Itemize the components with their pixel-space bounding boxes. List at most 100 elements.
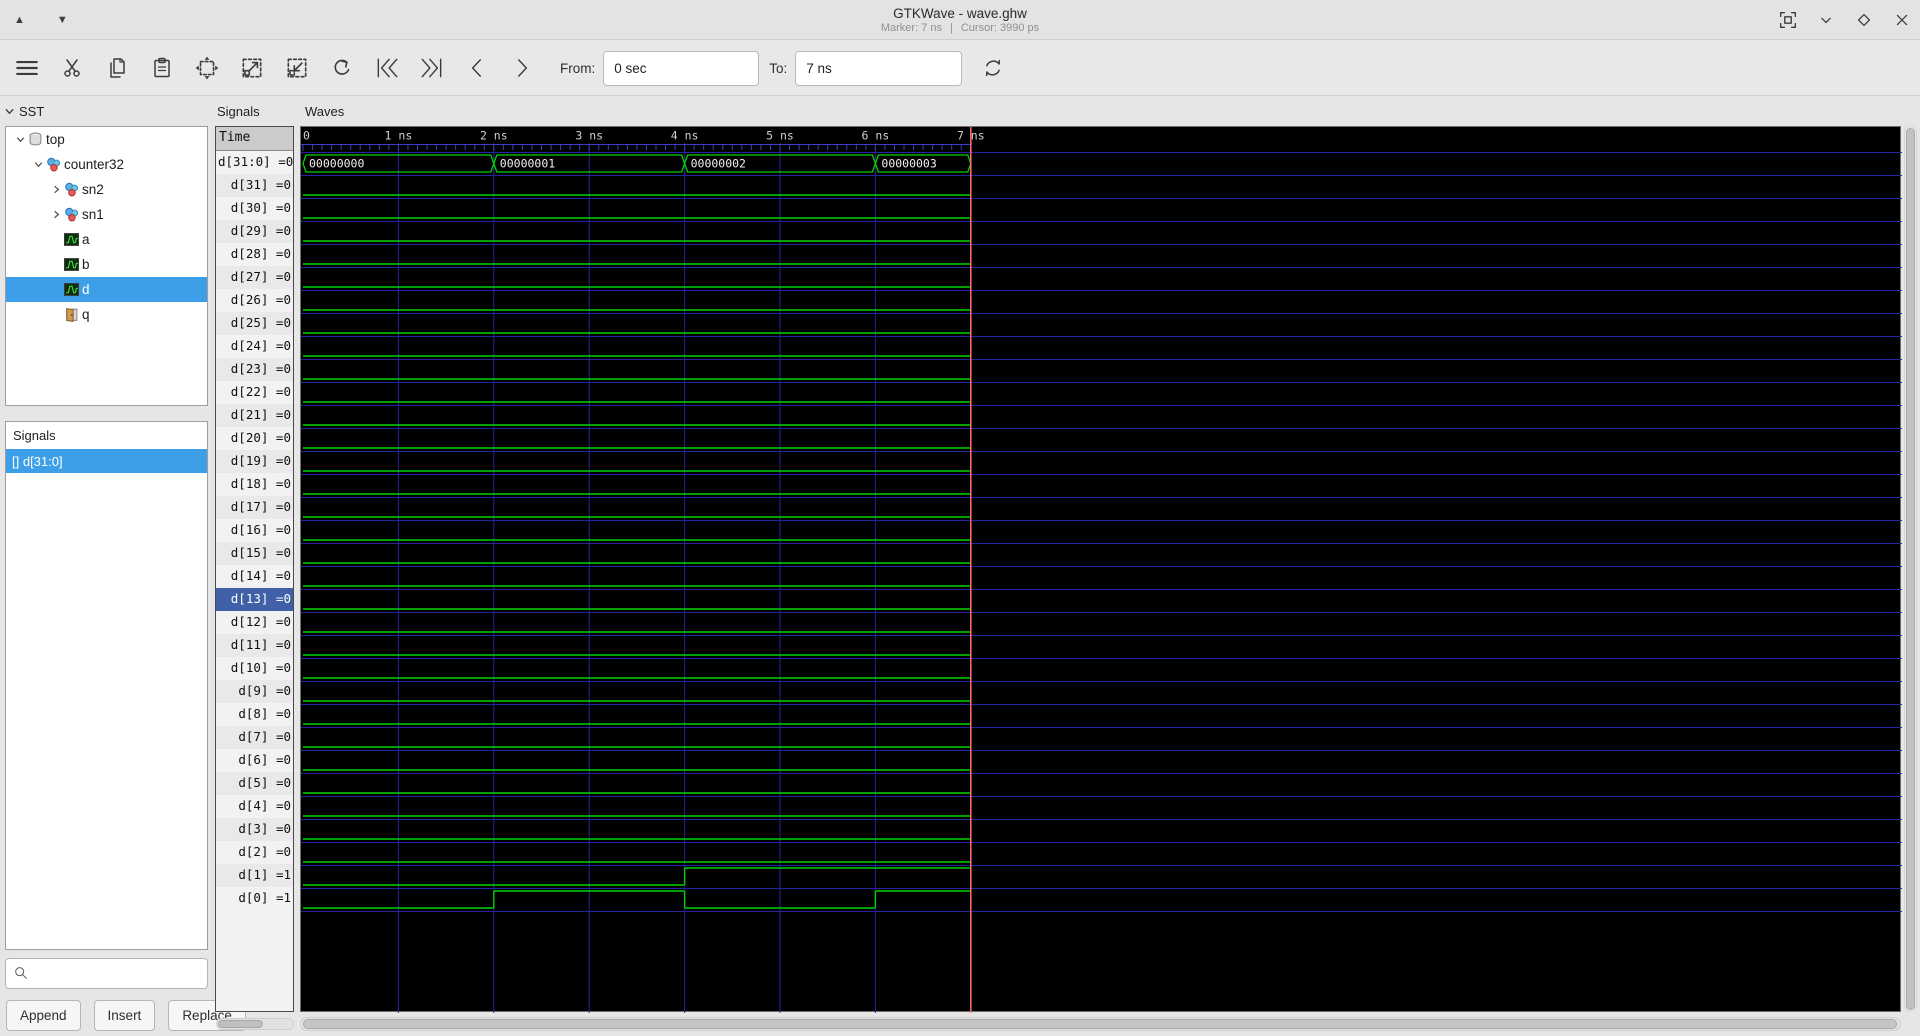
- signal-name-row-d[25][interactable]: d[25] =0: [216, 312, 293, 335]
- svg-text:3 ns: 3 ns: [575, 129, 603, 143]
- names-label: Signals: [217, 104, 260, 119]
- signal-icon: [64, 282, 82, 297]
- tree-item-q[interactable]: q: [6, 302, 207, 327]
- svg-text:0: 0: [303, 129, 310, 143]
- go-to-start-icon[interactable]: [370, 51, 404, 85]
- window-title: GTKWave - wave.ghw: [893, 5, 1027, 21]
- fullscreen-icon[interactable]: [1776, 8, 1800, 32]
- signal-icon: [64, 257, 82, 272]
- signal-name-row-d[0][interactable]: d[0] =1: [216, 887, 293, 910]
- titlebar: ▲ ▼ GTKWave - wave.ghw Marker: 7 ns | Cu…: [0, 0, 1920, 40]
- marker-text: Marker: 7 ns: [880, 21, 942, 34]
- from-label: From:: [560, 60, 596, 76]
- shift-left-icon[interactable]: [460, 51, 494, 85]
- zoom-fit-icon[interactable]: [190, 51, 224, 85]
- tree-item-counter32[interactable]: counter32: [6, 152, 207, 177]
- signal-buttons: Append Insert Replace: [6, 1000, 246, 1031]
- append-button[interactable]: Append: [6, 1000, 81, 1031]
- tree-item-top[interactable]: top: [6, 127, 207, 152]
- expander-open-icon[interactable]: [30, 159, 46, 170]
- signal-name-row-d[19][interactable]: d[19] =0: [216, 450, 293, 473]
- insert-button[interactable]: Insert: [93, 1000, 156, 1031]
- names-scrollbar-thumb[interactable]: [218, 1020, 263, 1028]
- tree-item-d[interactable]: d: [6, 277, 207, 302]
- names-frame-label: Signals: [217, 104, 260, 119]
- expander-open-icon[interactable]: [12, 134, 28, 145]
- zoom-in-icon[interactable]: [235, 51, 269, 85]
- signal-name-row-d[21][interactable]: d[21] =0: [216, 404, 293, 427]
- tree-item-label: a: [82, 232, 90, 247]
- signals-panel-label: Signals: [13, 428, 56, 443]
- undo-icon[interactable]: [325, 51, 359, 85]
- signal-name-row-d[29][interactable]: d[29] =0: [216, 220, 293, 243]
- signal-name-row-d[14][interactable]: d[14] =0: [216, 565, 293, 588]
- tree-item-b[interactable]: b: [6, 252, 207, 277]
- expander-closed-icon[interactable]: [48, 209, 64, 220]
- expander-closed-icon[interactable]: [48, 184, 64, 195]
- waves-vertical-scrollbar-thumb[interactable]: [1906, 128, 1915, 1010]
- waves-label: Waves: [305, 104, 345, 119]
- waves-horizontal-scrollbar[interactable]: [300, 1017, 1901, 1031]
- signal-name-row-d[6][interactable]: d[6] =0: [216, 749, 293, 772]
- signal-name-row-d[27][interactable]: d[27] =0: [216, 266, 293, 289]
- signal-name-row-d[22][interactable]: d[22] =0: [216, 381, 293, 404]
- wave-canvas[interactable]: 01 ns 2 ns 3 ns 4 ns 5 ns 6 ns 7 ns 00000000 000…: [300, 126, 1902, 1013]
- signal-name-row-d[4][interactable]: d[4] =0: [216, 795, 293, 818]
- module-icon: [46, 157, 64, 172]
- menu-icon[interactable]: [10, 51, 44, 85]
- names-scrollbar[interactable]: [216, 1018, 294, 1030]
- signal-name-row-d[17][interactable]: d[17] =0: [216, 496, 293, 519]
- signals-list-item[interactable]: [] d[31:0]: [6, 449, 207, 473]
- reload-icon[interactable]: [976, 51, 1010, 85]
- close-icon[interactable]: [1890, 8, 1914, 32]
- signal-name-row-d[18][interactable]: d[18] =0: [216, 473, 293, 496]
- toolbar: From: To:: [0, 41, 1920, 96]
- search-icon: [13, 965, 29, 981]
- signal-name-row-d[24][interactable]: d[24] =0: [216, 335, 293, 358]
- paste-icon[interactable]: [145, 51, 179, 85]
- signal-name-row-d[10][interactable]: d[10] =0: [216, 657, 293, 680]
- search-input[interactable]: [5, 958, 208, 989]
- maximize-icon[interactable]: [1852, 8, 1876, 32]
- signal-name-row-d[5][interactable]: d[5] =0: [216, 772, 293, 795]
- signal-name-row-d[7][interactable]: d[7] =0: [216, 726, 293, 749]
- cut-icon[interactable]: [55, 51, 89, 85]
- signal-name-row-d[8][interactable]: d[8] =0: [216, 703, 293, 726]
- signal-name-row-d[28][interactable]: d[28] =0: [216, 243, 293, 266]
- signal-name-row-d[31:0][interactable]: d[31:0] =0: [216, 151, 293, 174]
- collapse-down-icon[interactable]: ▼: [51, 10, 74, 30]
- signal-name-row-d[31][interactable]: d[31] =0: [216, 174, 293, 197]
- shift-right-icon[interactable]: [505, 51, 539, 85]
- tree-item-label: counter32: [64, 157, 125, 172]
- signal-name-row-d[30][interactable]: d[30] =0: [216, 197, 293, 220]
- signal-name-row-d[20][interactable]: d[20] =0: [216, 427, 293, 450]
- signal-name-row-d[23][interactable]: d[23] =0: [216, 358, 293, 381]
- signal-name-row-d[3][interactable]: d[3] =0: [216, 818, 293, 841]
- svg-text:4 ns: 4 ns: [671, 129, 699, 143]
- signal-name-row-d[1][interactable]: d[1] =1: [216, 864, 293, 887]
- zoom-out-icon[interactable]: [280, 51, 314, 85]
- tree-item-a[interactable]: a: [6, 227, 207, 252]
- signal-name-row-d[9][interactable]: d[9] =0: [216, 680, 293, 703]
- signal-name-rows: d[31:0] =0 d[31] =0 d[30] =0 d[29] =0 d[28] …: [216, 151, 293, 910]
- minimize-icon[interactable]: [1814, 8, 1838, 32]
- signal-name-row-d[12][interactable]: d[12] =0: [216, 611, 293, 634]
- cursor-text: Cursor: 3990 ps: [960, 21, 1040, 34]
- collapse-up-icon[interactable]: ▲: [8, 10, 31, 30]
- sst-frame-label[interactable]: SST: [4, 104, 44, 119]
- signal-name-row-d[16][interactable]: d[16] =0: [216, 519, 293, 542]
- signal-name-row-d[11][interactable]: d[11] =0: [216, 634, 293, 657]
- signal-name-row-d[15][interactable]: d[15] =0: [216, 542, 293, 565]
- to-input[interactable]: [795, 50, 963, 86]
- signal-name-row-d[2][interactable]: d[2] =0: [216, 841, 293, 864]
- go-to-end-icon[interactable]: [415, 51, 449, 85]
- signal-name-row-d[26][interactable]: d[26] =0: [216, 289, 293, 312]
- waves-vertical-scrollbar[interactable]: [1904, 126, 1917, 1012]
- tree-item-sn1[interactable]: sn1: [6, 202, 207, 227]
- tree-item-label: sn2: [82, 182, 104, 197]
- tree-item-sn2[interactable]: sn2: [6, 177, 207, 202]
- copy-icon[interactable]: [100, 51, 134, 85]
- signal-name-row-d[13][interactable]: d[13] =0: [216, 588, 293, 611]
- waves-horizontal-scrollbar-thumb[interactable]: [303, 1019, 1897, 1029]
- from-input[interactable]: [603, 50, 760, 86]
